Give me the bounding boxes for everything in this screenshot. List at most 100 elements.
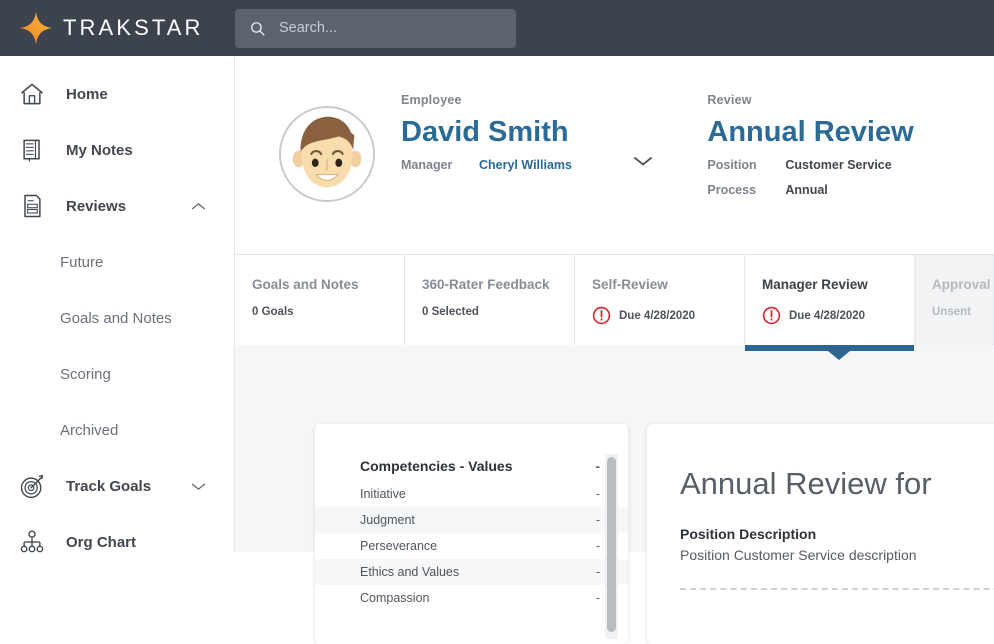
sidebar-item-my-notes[interactable]: My Notes: [0, 122, 234, 178]
scrollbar-thumb[interactable]: [607, 457, 616, 632]
chevron-down-icon[interactable]: [633, 155, 653, 167]
process-value: Annual: [785, 183, 827, 197]
sidebar-subitem-future[interactable]: Future: [0, 234, 234, 290]
sidebar-subitem-goals-and-notes[interactable]: Goals and Notes: [0, 290, 234, 346]
tab-label: Self-Review: [592, 277, 744, 292]
competency-value: -: [596, 565, 600, 579]
sidebar-item-label: Home: [66, 86, 108, 103]
manager-row: Manager Cheryl Williams: [401, 158, 707, 172]
competency-value: -: [596, 591, 600, 605]
competencies-title: Competencies - Values: [360, 458, 513, 474]
tab-label: Manager Review: [762, 277, 914, 292]
sidebar-subitem-scoring[interactable]: Scoring: [0, 346, 234, 402]
employee-block: Employee David Smith Manager Cheryl Will…: [401, 93, 707, 172]
tab-sub-text: Due 4/28/2020: [619, 310, 695, 322]
notebook-icon: [18, 136, 46, 164]
position-label: Position: [707, 158, 785, 172]
sidebar-item-label: Org Chart: [66, 534, 136, 551]
position-description-heading: Position Description: [680, 526, 994, 542]
manager-name-link[interactable]: Cheryl Williams: [479, 158, 572, 172]
sidebar-item-reviews[interactable]: Reviews: [0, 178, 234, 234]
vertical-scrollbar[interactable]: [605, 454, 618, 639]
review-section-label: Review: [707, 93, 994, 107]
review-block: Review Annual Review Position Customer S…: [707, 93, 994, 197]
four-point-star-icon: [18, 10, 54, 46]
sidebar-subitem-archived[interactable]: Archived: [0, 402, 234, 458]
sidebar-subitem-label: Scoring: [60, 366, 111, 383]
tab-sub-text: Due 4/28/2020: [789, 310, 865, 322]
tab-sub-text: 0 Selected: [422, 306, 479, 318]
tab-label: 360-Rater Feedback: [422, 277, 574, 292]
chevron-up-icon[interactable]: [191, 202, 206, 211]
review-stage-tabs: Goals and Notes 0 Goals 360-Rater Feedba…: [235, 255, 994, 345]
competency-name: Judgment: [360, 513, 415, 527]
target-icon: [18, 472, 46, 500]
tab-sub-text: Unsent: [932, 306, 971, 318]
competencies-header-value: -: [595, 458, 600, 474]
sidebar-subitem-label: Future: [60, 254, 103, 271]
tab-label: Goals and Notes: [252, 277, 404, 292]
sidebar-item-home[interactable]: Home: [0, 66, 234, 122]
position-row: Position Customer Service: [707, 158, 994, 172]
tab-sublabel: 0 Goals: [252, 306, 404, 318]
competency-name: Initiative: [360, 487, 406, 501]
competency-name: Ethics and Values: [360, 565, 459, 579]
sidebar-item-org-chart[interactable]: Org Chart: [0, 514, 234, 570]
competency-value: -: [596, 539, 600, 553]
home-icon: [18, 80, 46, 108]
sidebar-item-label: Reviews: [66, 198, 126, 215]
tab-sublabel: Due 4/28/2020: [592, 306, 744, 325]
list-item[interactable]: Perseverance -: [315, 533, 628, 559]
sidebar-subitem-label: Goals and Notes: [60, 310, 172, 327]
list-item[interactable]: Initiative -: [315, 481, 628, 507]
sidebar-nav: Home My Notes Reviews Future Goals and N…: [0, 56, 235, 552]
competency-value: -: [596, 487, 600, 501]
review-document-icon: [18, 192, 46, 220]
warning-circle-icon: [592, 306, 611, 325]
sidebar-item-label: Track Goals: [66, 478, 151, 495]
tab-label: Approval: [932, 277, 993, 292]
position-description-text: Position Customer Service description: [680, 547, 994, 563]
search-input[interactable]: [279, 20, 499, 36]
tab-sublabel: Due 4/28/2020: [762, 306, 914, 325]
avatar[interactable]: [278, 105, 376, 203]
tab-self-review[interactable]: Self-Review Due 4/28/2020: [575, 255, 745, 345]
section-divider: [680, 588, 994, 590]
review-title: Annual Review: [707, 117, 994, 147]
employee-section-label: Employee: [401, 93, 707, 107]
position-value: Customer Service: [785, 158, 891, 172]
tab-sublabel: 0 Selected: [422, 306, 574, 318]
tab-sub-text: 0 Goals: [252, 306, 294, 318]
tab-approval: Approval Unsent: [915, 255, 994, 345]
manager-label: Manager: [401, 158, 479, 172]
tab-360-rater-feedback[interactable]: 360-Rater Feedback 0 Selected: [405, 255, 575, 345]
chevron-down-icon[interactable]: [191, 482, 206, 491]
brand-logo-area[interactable]: TRAKSTAR: [0, 10, 235, 46]
competencies-card: Competencies - Values - Initiative - Jud…: [315, 424, 628, 644]
sidebar-subitem-label: Archived: [60, 422, 118, 439]
main-content: Employee David Smith Manager Cheryl Will…: [235, 56, 994, 552]
competency-name: Perseverance: [360, 539, 437, 553]
employee-name[interactable]: David Smith: [401, 117, 707, 147]
warning-circle-icon: [762, 306, 781, 325]
tab-goals-and-notes[interactable]: Goals and Notes 0 Goals: [235, 255, 405, 345]
list-item[interactable]: Compassion -: [315, 585, 628, 611]
list-item[interactable]: Judgment -: [315, 507, 628, 533]
review-header-card: Employee David Smith Manager Cheryl Will…: [235, 56, 994, 255]
process-label: Process: [707, 183, 785, 197]
process-row: Process Annual: [707, 183, 994, 197]
search-box[interactable]: [235, 9, 516, 48]
sidebar-item-label: My Notes: [66, 142, 133, 159]
review-body: Competencies - Values - Initiative - Jud…: [235, 345, 994, 552]
competencies-header: Competencies - Values -: [315, 451, 628, 481]
top-header-bar: TRAKSTAR: [0, 0, 994, 56]
tab-sublabel: Unsent: [932, 306, 993, 318]
search-icon: [249, 20, 266, 37]
sidebar-item-track-goals[interactable]: Track Goals: [0, 458, 234, 514]
list-item[interactable]: Ethics and Values -: [315, 559, 628, 585]
review-document-card: Annual Review for Position Description P…: [647, 424, 994, 644]
competency-value: -: [596, 513, 600, 527]
competency-name: Compassion: [360, 591, 429, 605]
document-title: Annual Review for: [680, 468, 994, 499]
tab-manager-review[interactable]: Manager Review Due 4/28/2020: [745, 255, 915, 345]
